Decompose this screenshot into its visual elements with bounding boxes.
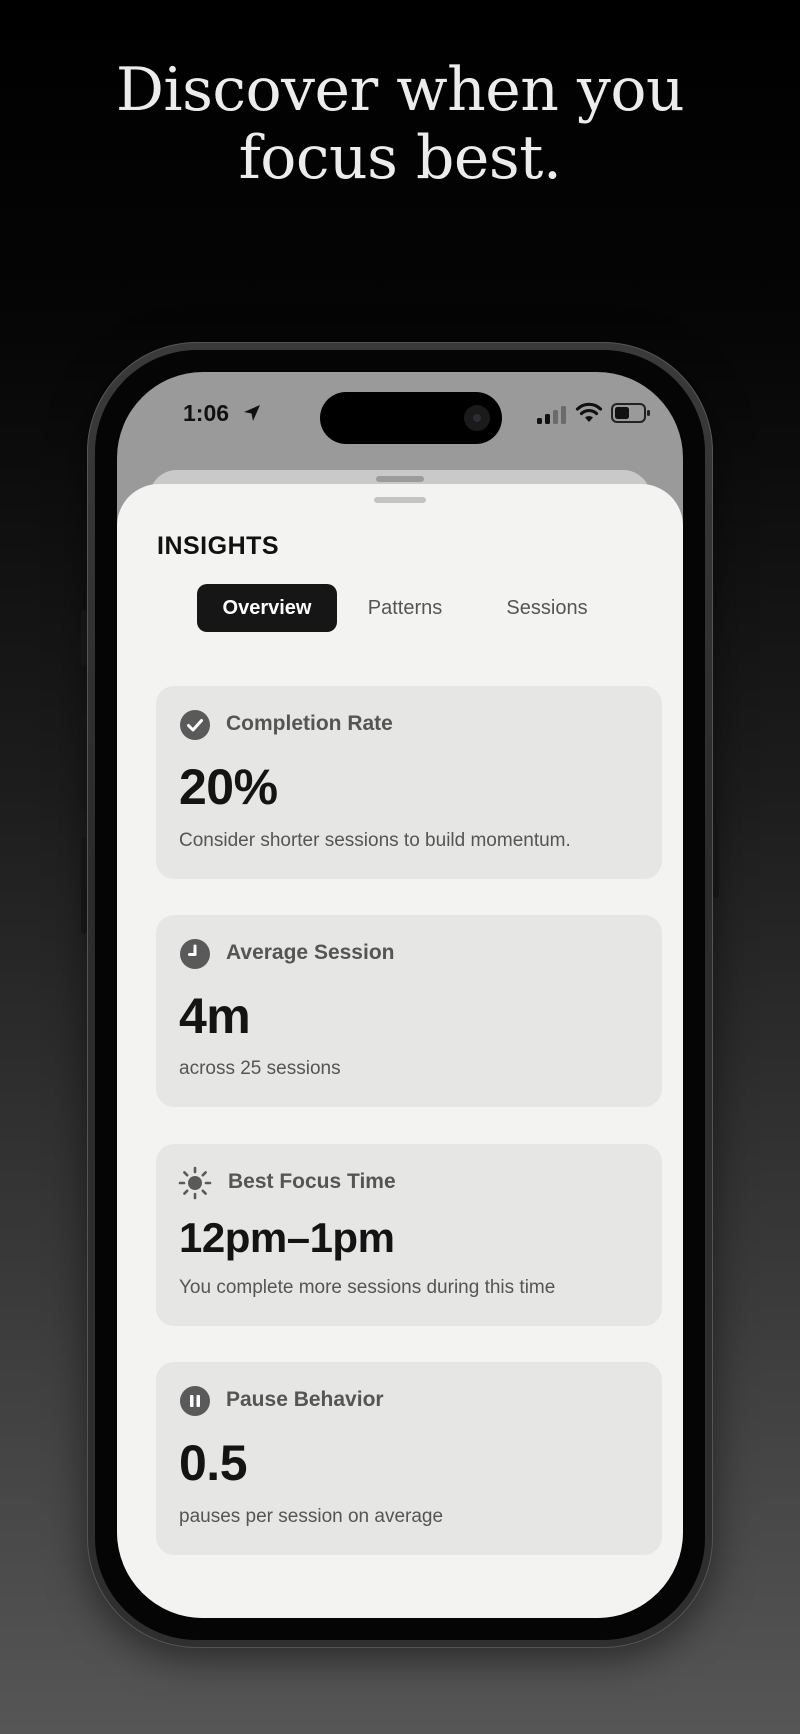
card-note: You complete more sessions during this t…: [179, 1277, 556, 1298]
background-sheet-grabber: [376, 476, 424, 482]
headline-line-2: focus best.: [238, 123, 562, 193]
tab-overview[interactable]: Overview: [197, 584, 337, 632]
average-session-card[interactable]: Average Session 4m across 25 sessions: [156, 915, 662, 1107]
clock-icon: [180, 939, 210, 969]
card-label: Average Session: [226, 941, 395, 964]
tab-patterns[interactable]: Patterns: [343, 584, 467, 632]
phone-frame: 1:06 INSIGHTS Overview Patterns Sessions…: [87, 342, 713, 1648]
card-value: 4m: [179, 988, 251, 1044]
card-note: Consider shorter sessions to build momen…: [179, 830, 571, 851]
sheet-grabber[interactable]: [374, 497, 426, 503]
headline-line-1: Discover when you: [115, 55, 685, 125]
card-note: across 25 sessions: [179, 1058, 341, 1079]
pause-circle-icon: [180, 1386, 210, 1416]
pause-behavior-card[interactable]: Pause Behavior 0.5 pauses per session on…: [156, 1362, 662, 1555]
wifi-icon: [575, 402, 603, 422]
marketing-headline: Discover when you focus best.: [0, 56, 800, 192]
page-title: INSIGHTS: [157, 532, 280, 560]
tab-sessions[interactable]: Sessions: [477, 584, 617, 632]
card-note: pauses per session on average: [179, 1506, 444, 1527]
location-arrow-icon: [244, 405, 260, 421]
status-bar: 1:06: [117, 372, 683, 452]
card-value: 0.5: [179, 1435, 248, 1491]
completion-rate-card[interactable]: Completion Rate 20% Consider shorter ses…: [156, 686, 662, 879]
front-camera: [464, 405, 490, 431]
battery-icon: [611, 403, 650, 423]
card-label: Pause Behavior: [226, 1388, 384, 1411]
status-time: 1:06: [183, 400, 230, 426]
phone-bezel: 1:06 INSIGHTS Overview Patterns Sessions…: [95, 350, 705, 1640]
phone-power-button: [713, 746, 719, 898]
segmented-tabs: Overview Patterns Sessions: [197, 584, 617, 632]
insights-sheet: INSIGHTS Overview Patterns Sessions Comp…: [117, 484, 683, 1618]
best-focus-time-card[interactable]: Best Focus Time 12pm–1pm You complete mo…: [156, 1144, 662, 1326]
card-label: Best Focus Time: [228, 1170, 396, 1193]
checkmark-circle-icon: [180, 710, 210, 740]
card-label: Completion Rate: [226, 712, 393, 735]
sun-icon: [178, 1166, 212, 1200]
cellular-signal-icon: [537, 406, 566, 424]
phone-screen: 1:06 INSIGHTS Overview Patterns Sessions…: [117, 372, 683, 1618]
dynamic-island: [320, 392, 502, 444]
card-value: 20%: [179, 759, 278, 815]
card-value: 12pm–1pm: [179, 1214, 395, 1261]
